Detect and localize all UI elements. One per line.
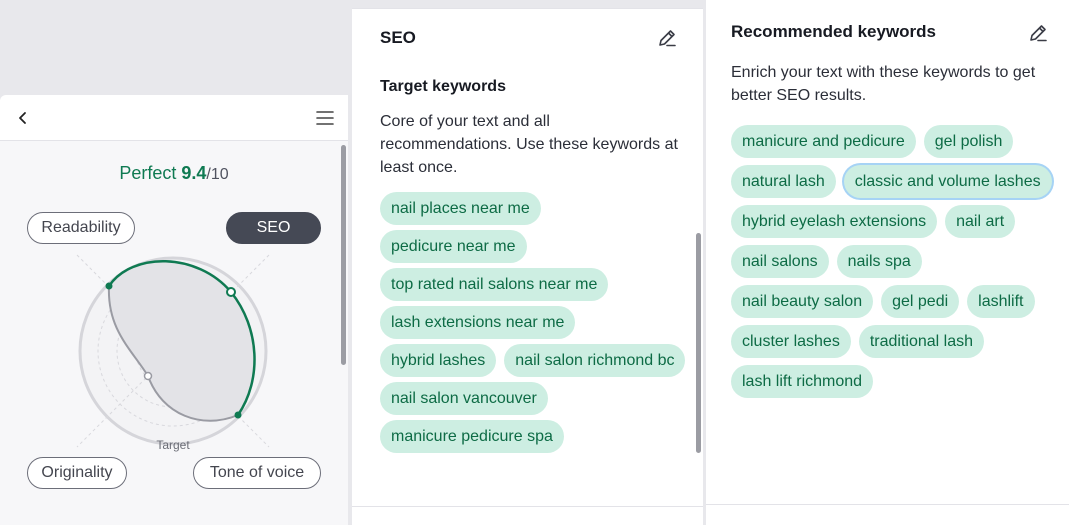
chevron-left-icon — [19, 112, 26, 124]
keyword-chip[interactable]: lash extensions near me — [380, 306, 576, 339]
keyword-chip[interactable]: nails spa — [836, 245, 922, 278]
keyword-chip[interactable]: lash lift richmond — [731, 365, 874, 398]
keyword-chip[interactable]: manicure pedicure spa — [380, 420, 564, 453]
score-toolbar — [0, 95, 348, 141]
target-keywords-heading: Target keywords — [380, 78, 506, 95]
keyword-chip[interactable]: traditional lash — [858, 325, 984, 358]
keyword-chip[interactable]: nail beauty salon — [731, 285, 874, 318]
seo-panel-scrollbar[interactable] — [696, 233, 701, 453]
keyword-chip[interactable]: cluster lashes — [731, 325, 851, 358]
keyword-chip[interactable]: nail salon vancouver — [380, 382, 548, 415]
radar-point-readability — [105, 282, 113, 290]
score-radar-chart: Target — [76, 254, 270, 452]
score-value: 9.4 — [181, 163, 207, 183]
seo-pill[interactable]: SEO — [226, 212, 321, 244]
pencil-icon[interactable] — [656, 27, 678, 49]
score-panel-scrollbar[interactable] — [341, 145, 346, 365]
recommended-description: Enrich your text with these keywords to … — [731, 64, 1036, 104]
keyword-chip[interactable]: nail salon richmond bc — [504, 344, 686, 377]
top-gray-area — [0, 0, 348, 95]
keyword-chip[interactable]: gel polish — [923, 125, 1014, 158]
radar-point-originality — [143, 371, 153, 381]
score-prefix: Perfect — [119, 163, 177, 183]
keyword-chip[interactable]: hybrid lashes — [380, 344, 497, 377]
score-suffix: /10 — [206, 166, 229, 183]
recommended-keywords-list: manicure and pedicure gel polish natural l… — [731, 125, 1061, 398]
keyword-chip[interactable]: gel pedi — [881, 285, 960, 318]
radar-target-label: Target — [156, 438, 190, 452]
seo-panel-title: SEO — [380, 28, 416, 47]
keyword-chip[interactable]: natural lash — [731, 165, 836, 198]
menu-button[interactable] — [314, 107, 336, 129]
keyword-chip[interactable]: pedicure near me — [380, 230, 527, 263]
originality-pill[interactable]: Originality — [27, 457, 127, 489]
back-button[interactable] — [12, 107, 34, 129]
keyword-chip[interactable]: classic and volume lashes — [843, 165, 1052, 198]
pencil-icon[interactable] — [1027, 22, 1049, 44]
recommended-keywords-panel: Recommended keywords Enrich your text wi… — [706, 0, 1069, 525]
hamburger-menu-icon — [316, 111, 334, 125]
overall-score: Perfect 9.4/10 — [0, 163, 348, 184]
keyword-chip[interactable]: lashlift — [967, 285, 1035, 318]
keyword-chip[interactable]: nail art — [945, 205, 1016, 238]
target-keywords-list: nail places near me pedicure near me top r… — [380, 192, 690, 453]
keyword-chip[interactable]: nail salons — [731, 245, 829, 278]
keyword-chip[interactable]: top rated nail salons near me — [380, 268, 609, 301]
recommended-panel-title: Recommended keywords — [731, 22, 937, 41]
target-keywords-description: Core of your text and all recommendation… — [380, 113, 678, 176]
keyword-chip[interactable]: hybrid eyelash extensions — [731, 205, 938, 238]
readability-pill[interactable]: Readability — [27, 212, 135, 244]
tone-of-voice-pill[interactable]: Tone of voice — [193, 457, 321, 489]
radar-point-tone — [234, 411, 242, 419]
keyword-chip[interactable]: manicure and pedicure — [731, 125, 916, 158]
seo-panel: SEO Target keywords Core of your text an… — [352, 8, 703, 525]
divider — [352, 506, 703, 507]
radar-point-seo — [226, 287, 236, 297]
keyword-chip[interactable]: nail places near me — [380, 192, 541, 225]
divider — [706, 504, 1069, 505]
